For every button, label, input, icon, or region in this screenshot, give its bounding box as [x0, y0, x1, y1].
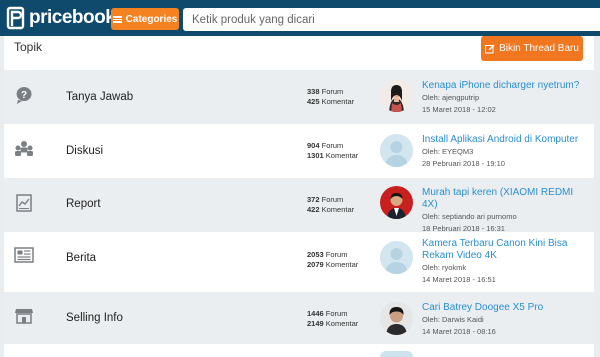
panel-header: Topik Bikin Thread Baru — [4, 36, 594, 70]
topic-row-report[interactable]: Report 372 Forum 422 Komentar Murah tapi… — [4, 178, 594, 235]
last-post-title[interactable]: Install Aplikasi Android di Komputer — [422, 134, 582, 146]
user-photo-icon — [380, 186, 413, 219]
last-post-date: 14 Maret 2018 - 08:16 — [422, 327, 496, 336]
logo-text: pricebook — [29, 7, 116, 28]
search-input[interactable] — [183, 8, 600, 31]
new-thread-label: Bikin Thread Baru — [499, 43, 579, 54]
categories-button[interactable]: Categories — [111, 8, 179, 30]
comment-count-label: Komentar — [325, 260, 359, 269]
logo-icon — [6, 6, 25, 30]
comment-count-label: Komentar — [321, 97, 355, 106]
last-post: Install Aplikasi Android di Komputer Ole… — [422, 134, 582, 170]
avatar[interactable] — [380, 134, 413, 167]
comment-count: 2079 — [307, 260, 324, 269]
top-navbar: pricebook Categories — [0, 0, 600, 36]
new-thread-button[interactable]: Bikin Thread Baru — [481, 36, 583, 61]
comment-count: 1301 — [307, 151, 324, 160]
question-icon: ? — [16, 87, 32, 104]
default-user-icon — [380, 134, 413, 167]
forum-count: 904 — [307, 141, 320, 150]
last-post-date: 14 Maret 2018 - 16:51 — [422, 275, 496, 284]
topic-stats: 338 Forum 425 Komentar — [307, 87, 354, 107]
user-photo-icon — [380, 302, 413, 335]
topic-title[interactable]: Report — [66, 198, 101, 210]
forum-count-label: Forum — [321, 87, 344, 96]
topic-stats: 2053 Forum 2079 Komentar — [307, 250, 358, 270]
topic-heading: Topik — [14, 40, 43, 54]
svg-text:?: ? — [21, 90, 27, 101]
forum-count: 1446 — [307, 309, 324, 318]
topic-title[interactable]: Tanya Jawab — [66, 91, 133, 103]
last-post: Kamera Terbaru Canon Kini Bisa Rekam Vid… — [422, 238, 582, 286]
topic-row-berita[interactable]: Berita 2053 Forum 2079 Komentar Kamera T… — [4, 232, 594, 292]
comment-count: 2149 — [307, 319, 324, 328]
topic-stats: 1446 Forum 2149 Komentar — [307, 309, 358, 329]
forum-count-label: Forum — [325, 309, 348, 318]
last-post-author: Oleh: EYEQM3 — [422, 147, 474, 156]
topic-title[interactable]: Selling Info — [66, 312, 123, 324]
comment-count: 422 — [307, 205, 320, 214]
avatar[interactable] — [380, 186, 413, 219]
last-post: Kenapa iPhone dicharger nyetrum? Oleh: a… — [422, 80, 582, 116]
forum-count-label: Forum — [321, 141, 344, 150]
forum-count: 2053 — [307, 250, 324, 259]
last-post: Murah tapi keren (XIAOMI REDMI 4X) Oleh:… — [422, 187, 582, 235]
forum-panel: Topik Bikin Thread Baru ? Tanya Jawab 33… — [4, 36, 594, 357]
comment-count-label: Komentar — [321, 205, 355, 214]
topic-title[interactable]: Diskusi — [66, 145, 103, 157]
default-user-icon — [380, 241, 413, 274]
topic-stats: 372 Forum 422 Komentar — [307, 195, 354, 215]
avatar[interactable] — [380, 241, 413, 274]
last-post: Cari Batrey Doogee X5 Pro Oleh: Darwis K… — [422, 302, 582, 338]
report-icon — [16, 194, 32, 212]
forum-count-label: Forum — [325, 250, 348, 259]
last-post-author: Oleh: ryokmk — [422, 263, 467, 272]
newspaper-icon — [14, 247, 34, 263]
store-icon — [15, 309, 33, 324]
forum-count: 372 — [307, 195, 320, 204]
last-post-title[interactable]: Kenapa iPhone dicharger nyetrum? — [422, 80, 582, 92]
topic-row-selling-info[interactable]: Selling Info 1446 Forum 2149 Komentar Ca… — [4, 292, 594, 344]
last-post-title[interactable]: Murah tapi keren (XIAOMI REDMI 4X) — [422, 187, 582, 211]
pricebook-logo[interactable]: pricebook — [6, 6, 116, 30]
topic-title[interactable]: Berita — [66, 252, 96, 264]
topic-row-diskusi[interactable]: Diskusi 904 Forum 1301 Komentar Install … — [4, 124, 594, 178]
user-photo-icon — [380, 79, 413, 112]
last-post-author: Oleh: Darwis Kaidi — [422, 315, 484, 324]
last-post-title[interactable]: Cari Batrey Doogee X5 Pro — [422, 302, 582, 314]
last-post-author: Oleh: septiando ari purnomo — [422, 212, 517, 221]
last-post-date: 28 Pebruari 2018 - 19:10 — [422, 159, 505, 168]
avatar[interactable] — [380, 79, 413, 112]
edit-icon — [485, 44, 495, 53]
avatar[interactable] — [380, 302, 413, 335]
topic-row-next[interactable] — [4, 344, 594, 357]
users-icon — [15, 141, 33, 156]
categories-label: Categories — [125, 13, 178, 25]
menu-icon — [112, 15, 122, 23]
forum-count: 338 — [307, 87, 320, 96]
last-post-date: 15 Maret 2018 - 12:02 — [422, 105, 496, 114]
avatar[interactable] — [380, 351, 413, 357]
topic-stats: 904 Forum 1301 Komentar — [307, 141, 358, 161]
comment-count: 425 — [307, 97, 320, 106]
topic-row-tanya-jawab[interactable]: ? Tanya Jawab 338 Forum 425 Komentar Ken… — [4, 70, 594, 124]
comment-count-label: Komentar — [325, 151, 359, 160]
forum-count-label: Forum — [321, 195, 344, 204]
last-post-author: Oleh: ajengputrip — [422, 93, 480, 102]
comment-count-label: Komentar — [325, 319, 359, 328]
last-post-title[interactable]: Kamera Terbaru Canon Kini Bisa Rekam Vid… — [422, 238, 582, 262]
